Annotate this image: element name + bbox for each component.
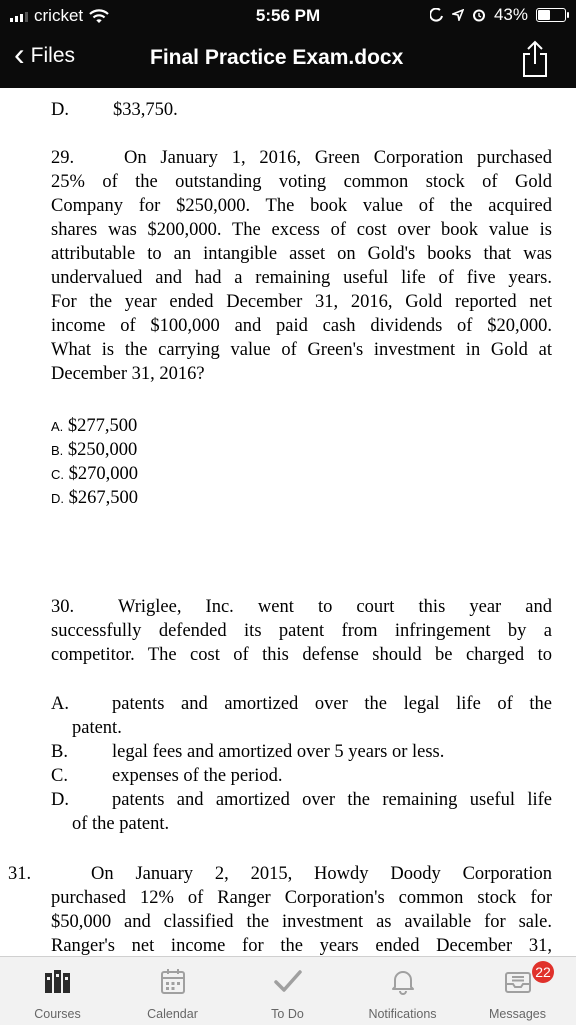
tab-todo[interactable]: To Do: [230, 957, 345, 1025]
tab-courses-label: Courses: [34, 1007, 81, 1021]
q31-line-2: purchased 12% of Ranger Corporation's co…: [51, 888, 552, 908]
status-bar: cricket 5:56 PM 43%: [0, 0, 576, 32]
tab-todo-label: To Do: [271, 1007, 304, 1021]
q30-option-a-cont: patent.: [72, 718, 122, 738]
q30-option-a-letter: A.: [51, 694, 69, 714]
q29-option-c-letter: C.: [51, 467, 64, 482]
rotation-lock-icon: [429, 8, 443, 22]
share-icon[interactable]: [520, 40, 550, 78]
tab-bar: Courses Calendar To Do Notifications 22 …: [0, 956, 576, 1025]
q29-option-c: C. $270,000: [51, 462, 138, 487]
back-label: Files: [30, 44, 75, 67]
q29-line-9: What is the carrying value of Green's in…: [51, 340, 552, 360]
alarm-icon: [472, 9, 485, 22]
q29-option-b-text: $250,000: [67, 440, 138, 460]
q30-number: 30.: [51, 597, 75, 617]
tab-messages-label: Messages: [489, 1007, 546, 1021]
q29-option-c-text: $270,000: [68, 464, 138, 484]
q29-line-8: income of $100,000 and paid cash dividen…: [51, 316, 552, 336]
q30-line-3: competitor. The cost of this defense sho…: [51, 645, 552, 665]
q29-line-7: For the year ended December 31, 2016, Go…: [51, 292, 552, 312]
q30-option-d-letter: D.: [51, 790, 69, 810]
q29-line-10: December 31, 2016?: [51, 364, 205, 384]
q29-option-b-letter: B.: [51, 443, 64, 458]
tab-courses[interactable]: Courses: [0, 957, 115, 1025]
messages-badge: 22: [532, 961, 554, 983]
q29-line-5: attributable to an intangible asset on G…: [51, 244, 552, 264]
q30-option-d-text: patents and amortized over the remaining…: [112, 790, 552, 810]
q30-option-c-text: expenses of the period.: [112, 766, 283, 786]
q29-number: 29.: [51, 148, 75, 168]
document-title: Final Practice Exam.docx: [150, 46, 404, 69]
checkmark-icon: [273, 970, 302, 992]
chevron-left-icon: ‹: [14, 36, 25, 72]
tab-calendar-label: Calendar: [147, 1007, 198, 1021]
status-right: 43%: [429, 5, 569, 25]
location-icon: [451, 9, 464, 21]
tab-calendar[interactable]: Calendar: [115, 957, 230, 1025]
q30-option-d-cont: of the patent.: [72, 814, 170, 834]
q29-option-a: A. $277,500: [51, 414, 137, 439]
courses-icon: [44, 970, 70, 993]
q29-option-d-text: $267,500: [68, 488, 138, 508]
document-viewer[interactable]: D. $33,750. 29. On January 1, 2016, Gree…: [0, 88, 576, 956]
q29-option-a-letter: A.: [51, 419, 64, 434]
q30-option-b-letter: B.: [51, 742, 68, 762]
inbox-icon: [504, 972, 531, 993]
q29-line-4: shares was $200,000. The excess of cost …: [51, 220, 552, 240]
calendar-icon: [160, 969, 185, 994]
bell-icon: [391, 971, 414, 995]
q30-line-2: successfully defended its patent from in…: [51, 621, 552, 641]
q31-number: 31.: [8, 864, 32, 884]
battery-icon: [536, 8, 569, 22]
prev-option-value: $33,750.: [113, 100, 178, 120]
q30-option-b-text: legal fees and amortized over 5 years or…: [112, 742, 445, 762]
tab-messages[interactable]: 22 Messages: [460, 957, 575, 1025]
prev-option-letter: D.: [51, 100, 69, 120]
battery-percent: 43%: [493, 5, 528, 24]
back-button[interactable]: ‹ Files: [14, 38, 75, 70]
app-header: cricket 5:56 PM 43% ‹ Files Final Practi…: [0, 0, 576, 88]
q29-line-2: 25% of the outstanding voting common sto…: [51, 172, 552, 192]
q30-option-a-text: patents and amortized over the legal lif…: [112, 694, 552, 714]
q29-option-d: D. $267,500: [51, 486, 138, 511]
q30-option-c-letter: C.: [51, 766, 68, 786]
q29-line-1: On January 1, 2016, Green Corporation pu…: [124, 148, 552, 168]
q30-line-1: Wriglee, Inc. went to court this year an…: [118, 597, 552, 617]
q31-line-4: Ranger's net income for the years ended …: [51, 936, 552, 956]
nav-bar: ‹ Files Final Practice Exam.docx: [0, 32, 576, 88]
tab-notifications-label: Notifications: [368, 1007, 437, 1021]
q29-option-a-text: $277,500: [67, 416, 138, 436]
q31-line-3: $50,000 and classified the investment as…: [51, 912, 552, 932]
q29-option-b: B. $250,000: [51, 438, 137, 463]
q29-line-6: undervalued and had a remaining useful l…: [51, 268, 552, 288]
tab-notifications[interactable]: Notifications: [345, 957, 460, 1025]
q31-line-1: On January 2, 2015, Howdy Doody Corporat…: [91, 864, 552, 884]
q29-line-3: Company for $250,000. The book value of …: [51, 196, 552, 216]
q29-option-d-letter: D.: [51, 491, 64, 506]
